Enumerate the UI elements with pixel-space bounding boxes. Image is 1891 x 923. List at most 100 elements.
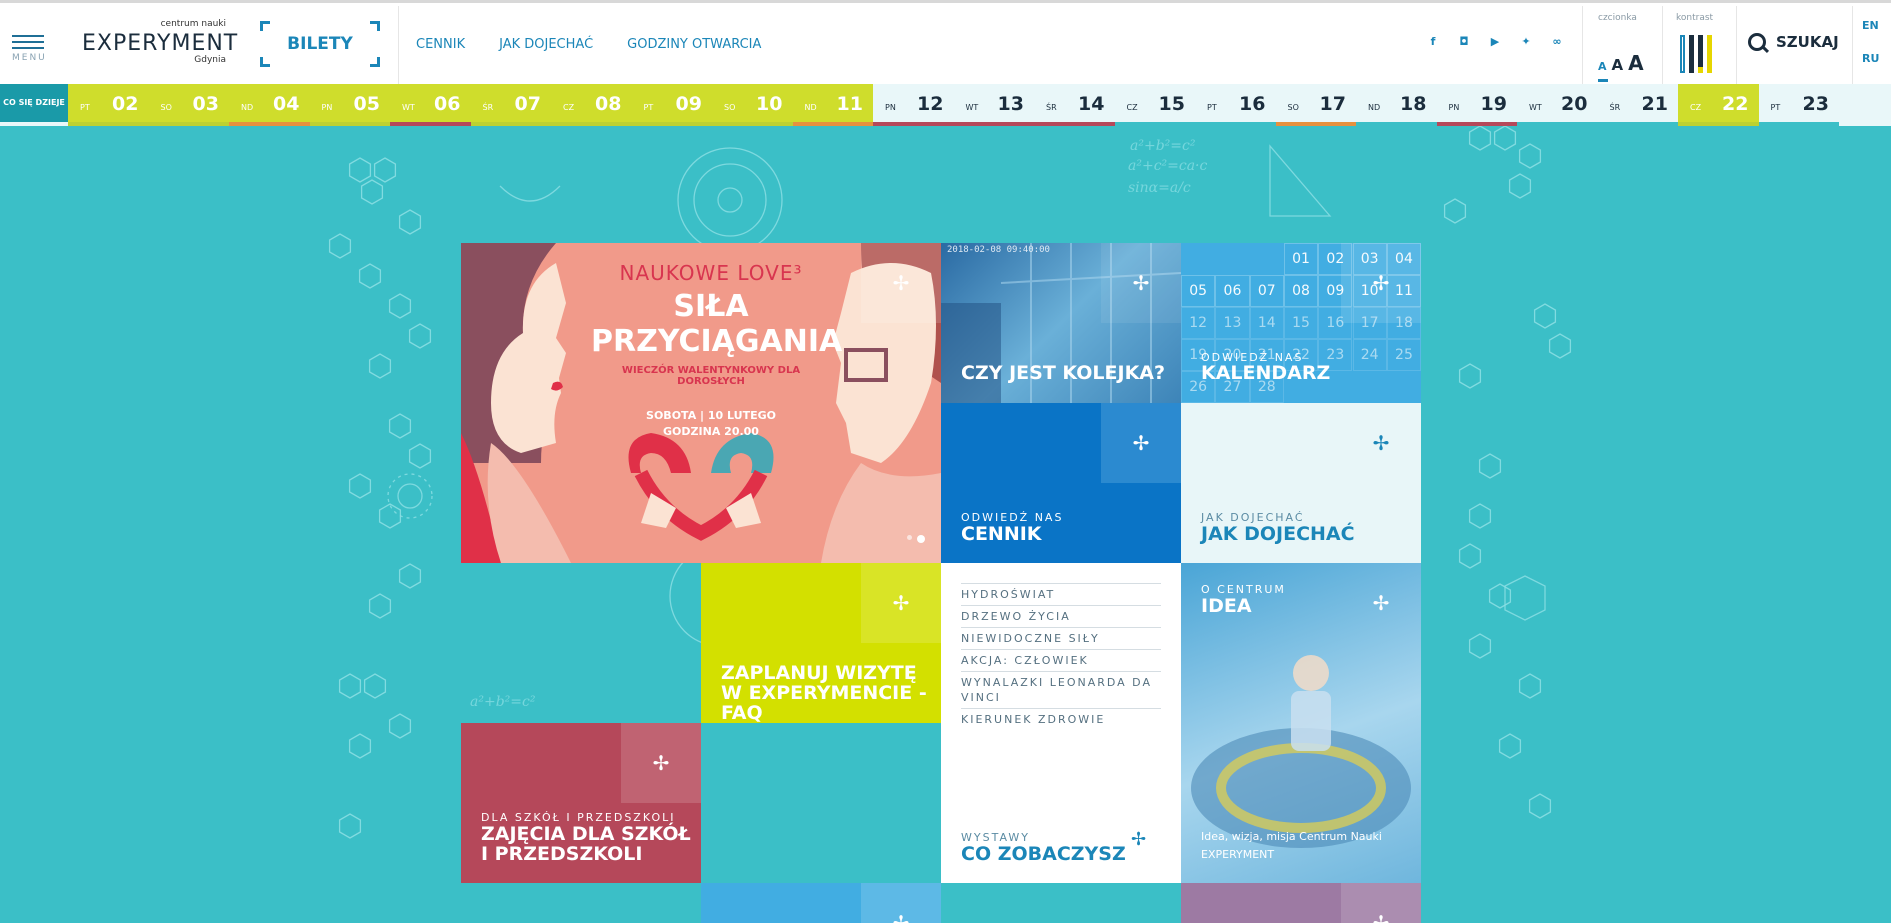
price-tile[interactable]: ✢ ODWIEDŹ NAS CENNIK <box>941 403 1181 563</box>
calendar-day[interactable]: PN 12 <box>873 84 954 126</box>
nav-godziny-otwarcia[interactable]: GODZINY OTWARCIA <box>627 37 761 52</box>
calendar-tile-day[interactable]: 12 <box>1181 307 1216 339</box>
expand-icon[interactable]: ✢ <box>861 883 941 923</box>
schools-tile[interactable]: ✢ DLA SZKÓŁ I PRZEDSZKOLI ZAJĘCIA DLA SZ… <box>461 723 701 883</box>
calendar-day[interactable]: SO 03 <box>148 84 229 126</box>
facebook-icon[interactable]: f <box>1424 35 1442 49</box>
calendar-tile-day[interactable]: 06 <box>1215 275 1250 307</box>
tripadvisor-icon[interactable]: ∞ <box>1548 35 1566 49</box>
day-name: PT <box>80 103 90 112</box>
contrast-control[interactable]: kontrast <box>1676 13 1736 83</box>
calendar-tile-day[interactable]: 24 <box>1352 339 1387 371</box>
calendar-day[interactable]: ND 18 <box>1356 84 1437 126</box>
bracket-corner <box>260 57 270 67</box>
calendar-day[interactable]: ND 11 <box>792 84 873 126</box>
font-size-small[interactable]: A <box>1598 60 1607 73</box>
contrast-label: kontrast <box>1676 13 1714 23</box>
exhibition-item[interactable]: NIEWIDOCZNE SIŁY <box>961 627 1161 649</box>
expand-icon[interactable]: ✢ <box>1101 403 1181 483</box>
exhibition-item[interactable]: KIERUNEK ZDROWIE <box>961 708 1161 730</box>
calendar-tile-day[interactable]: 25 <box>1386 339 1421 371</box>
twitter-icon[interactable]: ✦ <box>1517 35 1535 49</box>
divider <box>1852 6 1853 84</box>
expand-icon[interactable]: ✢ <box>1341 563 1421 643</box>
calendar-day[interactable]: CZ 15 <box>1114 84 1195 126</box>
calendar-day[interactable]: CZ 08 <box>551 84 632 126</box>
calendar-day[interactable]: SO 10 <box>712 84 793 126</box>
hexagon-doodle <box>1518 143 1542 169</box>
nav-cennik[interactable]: CENNIK <box>416 37 465 52</box>
calendar-tile[interactable]: 01 02 03 04 05 06 07 08 09 10 11 12 13 14 15 16 17 18 19 20… <box>1181 243 1421 403</box>
exhibition-item[interactable]: WYNALAZKI LEONARDA DA VINCI <box>961 671 1161 708</box>
nav-jak-dojechac[interactable]: JAK DOJECHAĆ <box>499 37 593 52</box>
formula-doodle: sinα=a/c <box>1128 180 1191 196</box>
calendar-day[interactable]: PN 19 <box>1436 84 1517 126</box>
calendar-day[interactable]: SO 17 <box>1275 84 1356 126</box>
lang-en[interactable]: EN <box>1862 19 1879 32</box>
expand-icon[interactable]: ✢ <box>1341 243 1421 323</box>
hexagon-doodle <box>408 443 432 469</box>
day-number: 04 <box>273 93 300 115</box>
hexagon-doodle <box>1458 363 1482 389</box>
faq-tile[interactable]: ✢ ZAPLANUJ WIZYTĘ W EXPERYMENCIE - FAQ <box>701 563 941 723</box>
calendar-day[interactable]: WT 13 <box>953 84 1034 126</box>
calendar-day[interactable]: ŚR 07 <box>470 84 551 126</box>
instagram-icon[interactable]: ◘ <box>1455 35 1473 49</box>
hexagon-doodle <box>398 563 422 589</box>
expand-icon[interactable]: ✢ <box>861 243 941 323</box>
directions-tile[interactable]: ✢ JAK DOJECHAĆ JAK DOJECHAĆ <box>1181 403 1421 563</box>
expand-icon[interactable]: ✢ <box>861 563 941 643</box>
day-number: 19 <box>1480 93 1507 115</box>
calendar-tile-day[interactable]: 15 <box>1283 307 1319 339</box>
expand-icon[interactable]: ✢ <box>1101 243 1181 323</box>
youtube-icon[interactable]: ▶ <box>1486 35 1504 49</box>
hexagon-doodle <box>338 813 362 839</box>
font-size-control: czcionka A A A <box>1584 13 1660 83</box>
calendar-day[interactable]: PN 05 <box>309 84 390 126</box>
calendar-tile-day[interactable]: 08 <box>1283 275 1319 307</box>
exhibition-item[interactable]: DRZEWO ŻYCIA <box>961 605 1161 627</box>
idea-tile[interactable]: ✢ O CENTRUM IDEA Idea, wizja, misja Cent… <box>1181 563 1421 883</box>
exhibition-item[interactable]: HYDROŚWIAT <box>961 583 1161 605</box>
calendar-day[interactable]: ŚR 21 <box>1597 84 1678 126</box>
calendar-tile-day[interactable]: 01 <box>1283 243 1319 275</box>
expand-icon[interactable]: ✢ <box>1341 883 1421 923</box>
calendar-tile-day[interactable]: 13 <box>1215 307 1250 339</box>
expand-icon[interactable]: ✢ <box>1131 829 1146 850</box>
partial-tile[interactable] <box>941 883 1181 923</box>
divider <box>1582 6 1583 84</box>
queue-tile[interactable]: 2018-02-08 09:40:00 ✢ CZY JEST KOLEJKA? <box>941 243 1181 403</box>
exhibitions-tile[interactable]: HYDROŚWIAT DRZEWO ŻYCIA NIEWIDOCZNE SIŁY… <box>941 563 1181 883</box>
font-size-large[interactable]: A <box>1628 51 1643 75</box>
tickets-button[interactable]: BILETY <box>260 21 380 67</box>
calendar-day[interactable]: WT 06 <box>390 84 471 126</box>
hexagon-doodle <box>388 713 412 739</box>
site-logo[interactable]: centrum nauki EXPERYMENT Gdynia <box>82 17 237 69</box>
partial-tile[interactable]: ✢ <box>1181 883 1421 923</box>
font-size-medium[interactable]: A <box>1612 56 1624 74</box>
calendar-day[interactable]: CZ 22 <box>1678 84 1759 126</box>
partial-tile[interactable]: ✢ <box>701 883 941 923</box>
expand-icon[interactable]: ✢ <box>1341 403 1421 483</box>
calendar-day[interactable]: PT 23 <box>1758 84 1839 126</box>
calendar-day[interactable]: ND 04 <box>229 84 310 126</box>
day-name: ŚR <box>1046 103 1057 112</box>
carousel-dot[interactable] <box>907 535 912 540</box>
calendar-day[interactable]: PT 02 <box>68 84 149 126</box>
calendar-day[interactable]: ŚR 14 <box>1034 84 1115 126</box>
calendar-tile-day[interactable]: 07 <box>1249 275 1284 307</box>
calendar-strip-label: CO SIĘ DZIEJE <box>0 84 68 122</box>
calendar-day[interactable]: PT 16 <box>1195 84 1276 126</box>
calendar-tile-day[interactable]: 05 <box>1181 275 1216 307</box>
hexagon-doodle <box>348 473 372 499</box>
calendar-day[interactable]: PT 09 <box>631 84 712 126</box>
calendar-tile-day[interactable]: 14 <box>1249 307 1284 339</box>
lang-ru[interactable]: RU <box>1862 52 1879 65</box>
exhibition-item[interactable]: AKCJA: CZŁOWIEK <box>961 649 1161 671</box>
calendar-day[interactable]: WT 20 <box>1517 84 1598 126</box>
search-button[interactable]: SZUKAJ <box>1748 33 1839 51</box>
carousel-dot-active[interactable] <box>917 535 925 543</box>
hero-event-banner[interactable]: NAUKOWE LOVE³ SIŁA PRZYCIĄGANIA WIECZÓR … <box>461 243 941 563</box>
menu-button[interactable]: MENU <box>12 33 46 67</box>
expand-icon[interactable]: ✢ <box>621 723 701 803</box>
